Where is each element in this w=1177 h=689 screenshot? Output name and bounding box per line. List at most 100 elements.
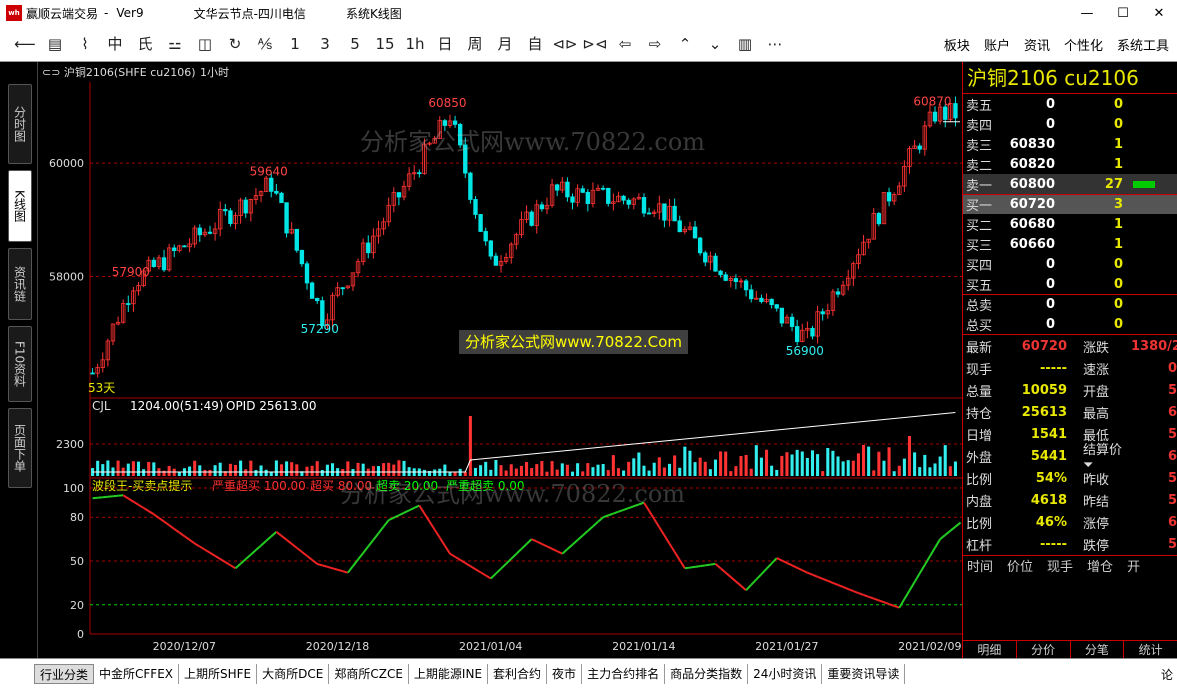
toolbar-tool-1[interactable]: ▤ bbox=[40, 30, 70, 58]
quote-label: 比例 bbox=[966, 516, 993, 532]
toolbar-tool-13[interactable]: 1h bbox=[400, 30, 430, 58]
tab-timeshare[interactable]: 分时图 bbox=[8, 84, 32, 164]
candle-body bbox=[126, 303, 131, 305]
book-row[interactable]: 买二 60680 1 bbox=[963, 214, 1177, 234]
book-row[interactable]: 卖三 60830 1 bbox=[963, 134, 1177, 154]
toolbar-tool-0[interactable]: ⟵ bbox=[10, 30, 40, 58]
indicator-segment bbox=[786, 562, 793, 567]
maximize-button[interactable]: ☐ bbox=[1105, 0, 1141, 26]
toolbar-tool-20[interactable]: ⇦ bbox=[610, 30, 640, 58]
toolbar: ⟵ ▤ ⌇ 中⽒ ⚍ ◫ ↻ ⅍ 1 3 5 15 1h 日周月自 ⊲⊳ ⊳⊲ ⇦ ⇨ ⌃ ⌄ ▥ ⋯ 板块 账户 资讯 个性化系… bbox=[0, 26, 1177, 62]
toolbar-tool-21[interactable]: ⇨ bbox=[640, 30, 670, 58]
menu-1[interactable]: 账户 bbox=[984, 35, 1010, 54]
panel-tab-2[interactable]: 分笔 bbox=[1071, 641, 1125, 658]
indicator-segment bbox=[194, 542, 201, 548]
book-row[interactable]: 买四 0 0 bbox=[963, 254, 1177, 274]
app-logo: wh bbox=[6, 5, 22, 21]
toolbar-tool-24[interactable]: ▥ bbox=[730, 30, 760, 58]
market-tab-6[interactable]: 套利合约 bbox=[488, 664, 548, 684]
toolbar-tool-2[interactable]: ⌇ bbox=[70, 30, 100, 58]
book-row[interactable]: 买一 60720 3 bbox=[963, 194, 1177, 214]
toolbar-tool-23[interactable]: ⌄ bbox=[700, 30, 730, 58]
candle-body bbox=[749, 289, 754, 300]
indicator-segment bbox=[668, 543, 676, 553]
book-row[interactable]: 卖四 0 0 bbox=[963, 114, 1177, 134]
toolbar-tool-7[interactable]: ↻ bbox=[220, 30, 250, 58]
toolbar-tool-14[interactable]: 日 bbox=[430, 30, 460, 58]
market-tab-2[interactable]: 上期所SHFE bbox=[179, 664, 258, 684]
tab-news[interactable]: 资讯链 bbox=[8, 248, 32, 320]
indicator-segment bbox=[199, 545, 206, 551]
candle-body bbox=[585, 191, 591, 204]
book-row[interactable]: 总买 0 0 bbox=[963, 314, 1177, 334]
menu-4[interactable]: 系统工具 bbox=[1117, 35, 1169, 54]
market-tab-4[interactable]: 郑商所CZCE bbox=[329, 664, 409, 684]
toolbar-tool-4[interactable]: ⽒ bbox=[130, 30, 160, 58]
market-tab-0[interactable]: 行业分类 bbox=[34, 664, 95, 684]
chart-area[interactable]: ⊂⊃ 沪铜2106(SHFE cu2106) 1小时 60000 58000 57900… bbox=[38, 62, 962, 658]
tab-kline[interactable]: K线图 bbox=[8, 170, 32, 242]
toolbar-tool-22[interactable]: ⌃ bbox=[670, 30, 700, 58]
toolbar-tool-11[interactable]: 5 bbox=[340, 30, 370, 58]
indicator-segment bbox=[633, 503, 640, 508]
panel-tab-0[interactable]: 明细 bbox=[963, 641, 1017, 658]
indicator-segment bbox=[740, 585, 747, 591]
market-tab-7[interactable]: 夜市 bbox=[547, 664, 583, 684]
toolbar-tool-5[interactable]: ⚍ bbox=[160, 30, 190, 58]
market-tab-1[interactable]: 中金所CFFEX bbox=[94, 664, 180, 684]
book-row[interactable]: 买三 60660 1 bbox=[963, 234, 1177, 254]
toolbar-tool-17[interactable]: 自 bbox=[520, 30, 550, 58]
market-tab-3[interactable]: 大商所DCE bbox=[257, 664, 330, 684]
toolbar-tool-3[interactable]: 中 bbox=[100, 30, 130, 58]
toolbar-tool-16[interactable]: 月 bbox=[490, 30, 520, 58]
book-volume: 1 bbox=[1113, 156, 1123, 172]
ind-y-label: 50 bbox=[70, 555, 84, 568]
close-button[interactable]: ✕ bbox=[1141, 0, 1177, 26]
panel-tab-1[interactable]: 分价 bbox=[1017, 641, 1071, 658]
market-tab-9[interactable]: 商品分类指数 bbox=[665, 664, 749, 684]
toolbar-tool-10[interactable]: 3 bbox=[310, 30, 340, 58]
indicator-segment bbox=[469, 565, 477, 571]
toolbar-tool-8[interactable]: ⅍ bbox=[250, 30, 280, 58]
minimize-button[interactable]: — bbox=[1069, 0, 1105, 26]
book-row[interactable]: 卖一 60800 27 bbox=[963, 174, 1177, 194]
indicator-segment bbox=[459, 559, 466, 564]
indicator-segment bbox=[143, 507, 150, 512]
market-tabs: 行业分类 中金所CFFEX 上期所SHFE 大商所DCE 郑商所CZCE 上期能源INE 套… bbox=[0, 658, 1177, 689]
candle-body bbox=[151, 259, 157, 267]
market-tab-10[interactable]: 24小时资讯 bbox=[748, 664, 823, 684]
indicator-segment bbox=[480, 571, 487, 577]
bottom-right-label[interactable]: 论 bbox=[1161, 666, 1173, 683]
toolbar-tool-25[interactable]: ⋯ bbox=[760, 30, 790, 58]
panel-tab-3[interactable]: 统计 bbox=[1124, 641, 1177, 658]
toolbar-tool-15[interactable]: 周 bbox=[460, 30, 490, 58]
menu-2[interactable]: 资讯 bbox=[1024, 35, 1050, 54]
quote-value2: 0 bbox=[1167, 360, 1177, 376]
tab-order[interactable]: 页面下单 bbox=[8, 408, 32, 488]
market-tab-8[interactable]: 主力合约排名 bbox=[582, 664, 666, 684]
toolbar-tool-12[interactable]: 15 bbox=[370, 30, 400, 58]
tab-f10[interactable]: F10资料 bbox=[8, 326, 32, 402]
toolbar-tool-9[interactable]: 1 bbox=[280, 30, 310, 58]
toolbar-tool-18[interactable]: ⊲⊳ bbox=[550, 30, 580, 58]
kline-chart[interactable]: ⊂⊃ 沪铜2106(SHFE cu2106) 1小时 60000 58000 57900… bbox=[38, 62, 962, 658]
quote-label2: 开盘 bbox=[1083, 384, 1110, 400]
menu-0[interactable]: 板块 bbox=[944, 35, 970, 54]
toolbar-tool-19[interactable]: ⊳⊲ bbox=[580, 30, 610, 58]
indicator-segment bbox=[413, 504, 420, 509]
market-tab-5[interactable]: 上期能源INE bbox=[409, 664, 489, 684]
market-tab-11[interactable]: 重要资讯导读 bbox=[822, 664, 906, 684]
book-price: 0 bbox=[1045, 276, 1055, 292]
candle-body bbox=[662, 203, 667, 221]
book-row[interactable]: 总卖 0 0 bbox=[963, 294, 1177, 314]
candle-body bbox=[452, 120, 458, 125]
menu-3[interactable]: 个性化 bbox=[1064, 35, 1103, 54]
book-row[interactable]: 买五 0 0 bbox=[963, 274, 1177, 294]
toolbar-tool-6[interactable]: ◫ bbox=[190, 30, 220, 58]
quote-label: 外盘 bbox=[966, 450, 993, 466]
book-row[interactable]: 卖二 60820 1 bbox=[963, 154, 1177, 174]
book-volume: 1 bbox=[1113, 216, 1123, 232]
price-annotation: 60850 bbox=[428, 96, 466, 110]
book-row[interactable]: 卖五 0 0 bbox=[963, 94, 1177, 114]
quote-row: 比例 46% 涨停 6 bbox=[963, 511, 1177, 533]
